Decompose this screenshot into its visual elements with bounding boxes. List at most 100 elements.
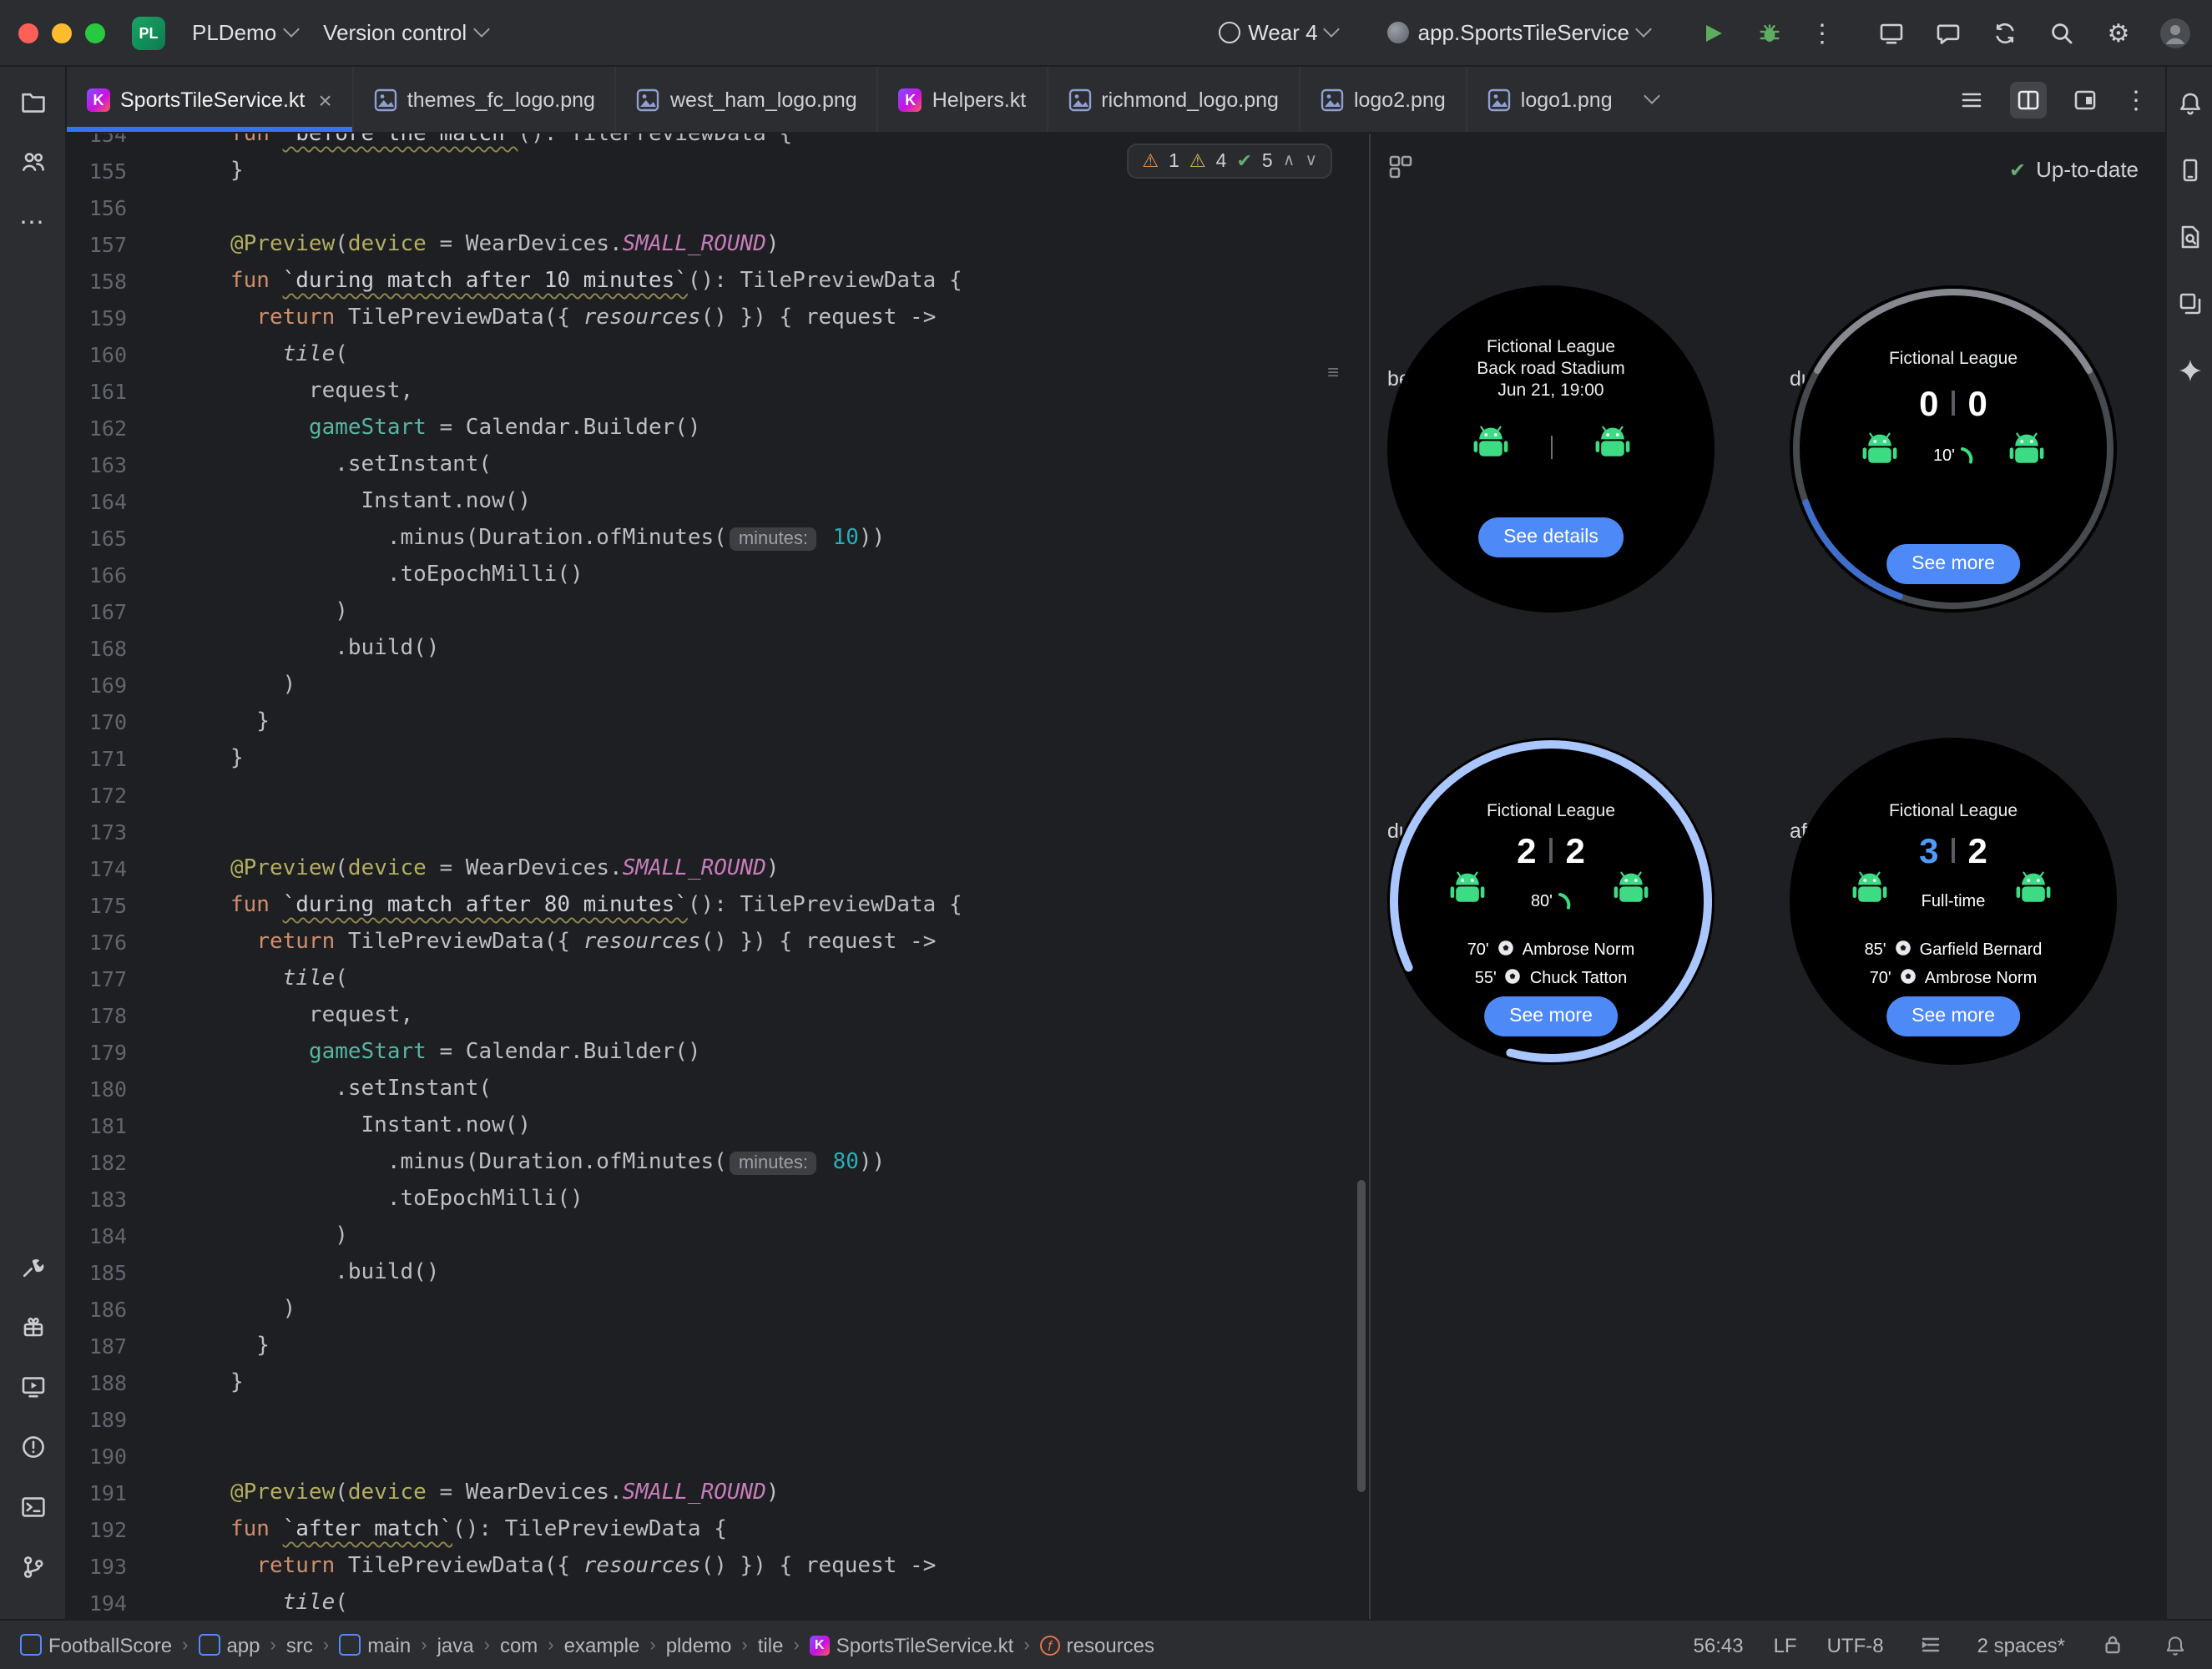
debug-button[interactable] <box>1753 16 1786 49</box>
line-number[interactable]: 182 <box>67 1145 127 1182</box>
breadcrumb-src[interactable]: src <box>286 1633 313 1656</box>
build-icon[interactable] <box>14 1248 51 1285</box>
line-number[interactable]: 171 <box>67 741 127 778</box>
device-selector[interactable]: Wear 4 <box>1204 13 1351 52</box>
project-switcher[interactable]: PLDemo <box>179 13 310 52</box>
line-number[interactable]: 163 <box>67 447 127 484</box>
line-number[interactable]: 178 <box>67 998 127 1035</box>
close-tab-icon[interactable]: × <box>318 86 331 113</box>
run-button[interactable] <box>1696 16 1730 49</box>
commit-icon[interactable] <box>14 144 51 180</box>
line-number[interactable]: 185 <box>67 1255 127 1292</box>
line-number[interactable]: 175 <box>67 888 127 925</box>
running-devices-icon[interactable] <box>14 1369 51 1405</box>
line-number[interactable]: 192 <box>67 1512 127 1549</box>
file-encoding[interactable]: UTF-8 <box>1827 1633 1884 1656</box>
line-number[interactable]: 157 <box>67 227 127 264</box>
inspections-widget[interactable]: ⚠ 1 ⚠ 4 ✔ 5 ∧ ∨ <box>1127 144 1332 179</box>
line-number[interactable]: 162 <box>67 411 127 447</box>
line-separator[interactable]: LF <box>1774 1633 1797 1656</box>
line-number[interactable]: 155 <box>67 154 127 190</box>
preview-grid-icon[interactable] <box>1387 154 1414 189</box>
breadcrumb-com[interactable]: com <box>500 1633 538 1656</box>
settings-gear-icon[interactable]: ⚙ <box>2102 16 2135 49</box>
tab-SportsTileService.kt[interactable]: K SportsTileService.kt × <box>67 67 352 132</box>
user-avatar[interactable] <box>2159 16 2192 49</box>
vcs-menu[interactable]: Version control <box>310 13 500 52</box>
code-editor[interactable]: 154 fun `before the match`(): TilePreview… <box>67 134 1369 1619</box>
next-problem-chevron[interactable]: ∨ <box>1305 152 1317 170</box>
more-actions-menu[interactable]: ⋮ <box>1810 18 1835 48</box>
line-number[interactable]: 166 <box>67 557 127 594</box>
line-number[interactable]: 154 <box>67 134 127 154</box>
notifications-icon[interactable] <box>2159 1628 2192 1661</box>
line-number[interactable]: 167 <box>67 594 127 631</box>
line-number[interactable]: 186 <box>67 1292 127 1329</box>
line-number[interactable]: 164 <box>67 484 127 521</box>
line-number[interactable]: 159 <box>67 300 127 337</box>
terminal-icon[interactable] <box>14 1489 51 1525</box>
line-number[interactable]: 177 <box>67 961 127 998</box>
editor-scrollbar[interactable] <box>1357 1180 1366 1492</box>
line-number[interactable]: 194 <box>67 1586 127 1619</box>
line-number[interactable]: 181 <box>67 1108 127 1145</box>
breadcrumb-tile[interactable]: tile <box>758 1633 784 1656</box>
device-explorer-icon[interactable] <box>2173 220 2206 254</box>
split-editor-icon[interactable] <box>2010 81 2047 118</box>
run-configuration-selector[interactable]: app.SportsTileService <box>1375 13 1663 52</box>
tab-options-menu[interactable]: ⋮ <box>2124 84 2149 114</box>
line-number[interactable]: 156 <box>67 190 127 227</box>
tab-Helpers.kt[interactable]: K Helpers.kt <box>876 67 1047 132</box>
breadcrumb-main[interactable]: main <box>339 1633 411 1656</box>
close-window-button[interactable] <box>18 23 38 43</box>
search-icon[interactable] <box>2045 16 2078 49</box>
more-icon[interactable]: ⋯ <box>14 204 51 240</box>
tab-logo2.png[interactable]: logo2.png <box>1298 67 1466 132</box>
breadcrumb-example[interactable]: example <box>564 1633 640 1656</box>
problems-icon[interactable] <box>14 1429 51 1465</box>
breadcrumb-FootballScore[interactable]: FootballScore <box>20 1633 172 1656</box>
indent-setting[interactable]: 2 spaces* <box>1977 1633 2065 1656</box>
line-number[interactable]: 184 <box>67 1218 127 1255</box>
line-number[interactable]: 165 <box>67 521 127 557</box>
breadcrumb-resources[interactable]: f resources <box>1039 1633 1154 1656</box>
line-number[interactable]: 170 <box>67 704 127 741</box>
tab-richmond_logo.png[interactable]: richmond_logo.png <box>1046 67 1299 132</box>
dependencies-icon[interactable] <box>14 1308 51 1345</box>
line-number[interactable]: 180 <box>67 1071 127 1108</box>
line-number[interactable]: 193 <box>67 1549 127 1586</box>
line-number[interactable]: 189 <box>67 1402 127 1439</box>
version-control-icon[interactable] <box>14 1549 51 1586</box>
zoom-window-button[interactable] <box>85 23 105 43</box>
line-number[interactable]: 169 <box>67 668 127 704</box>
line-number[interactable]: 191 <box>67 1475 127 1512</box>
breadcrumb-SportsTileService.kt[interactable]: K SportsTileService.kt <box>809 1633 1013 1656</box>
layout-inspector-icon[interactable] <box>2173 287 2206 320</box>
gemini-icon[interactable] <box>2173 354 2206 387</box>
breadcrumb-java[interactable]: java <box>437 1633 474 1656</box>
previous-problem-chevron[interactable]: ∧ <box>1283 152 1295 170</box>
device-mirror-icon[interactable] <box>1875 16 1908 49</box>
inlay-handle-icon[interactable]: ≡ <box>1327 361 1339 384</box>
line-number[interactable]: 173 <box>67 814 127 851</box>
line-number[interactable]: 174 <box>67 851 127 888</box>
device-manager-icon[interactable] <box>2173 154 2206 187</box>
caret-position[interactable]: 56:43 <box>1694 1633 1744 1656</box>
line-number[interactable]: 188 <box>67 1365 127 1402</box>
preview-layout-icon[interactable] <box>2067 81 2103 118</box>
notifications-icon[interactable] <box>2173 87 2206 120</box>
tab-west_ham_logo.png[interactable]: west_ham_logo.png <box>614 67 877 132</box>
editor-list-icon[interactable] <box>1953 81 1990 118</box>
tab-themes_fc_logo.png[interactable]: themes_fc_logo.png <box>351 67 615 132</box>
line-number[interactable]: 183 <box>67 1182 127 1218</box>
project-folder-icon[interactable] <box>14 83 51 120</box>
sync-icon[interactable] <box>1988 16 2022 49</box>
line-number[interactable]: 160 <box>67 337 127 374</box>
line-number[interactable]: 179 <box>67 1035 127 1071</box>
tab-logo1.png[interactable]: logo1.png <box>1465 67 1633 132</box>
line-number[interactable]: 172 <box>67 778 127 814</box>
breadcrumb-app[interactable]: app <box>198 1633 260 1656</box>
ai-assistant-icon[interactable] <box>1932 16 1965 49</box>
line-number[interactable]: 187 <box>67 1329 127 1365</box>
minimize-window-button[interactable] <box>52 23 72 43</box>
